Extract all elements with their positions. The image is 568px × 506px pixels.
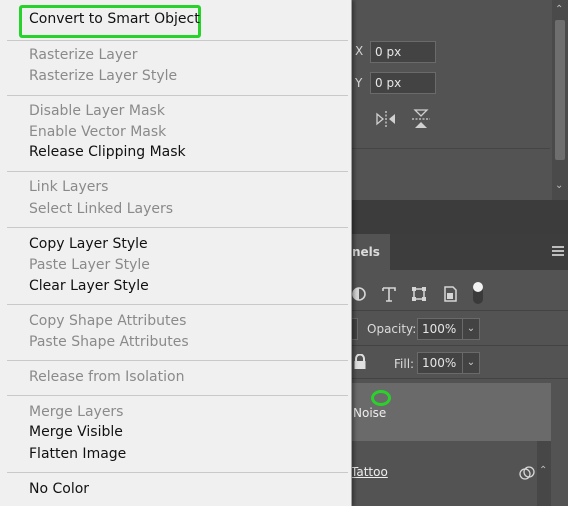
menu-item-disable-layer-mask[interactable]: Disable Layer Mask	[29, 103, 165, 119]
menu-separator	[7, 360, 348, 361]
opacity-field[interactable]: 100%	[417, 318, 463, 340]
menu-item-no-color[interactable]: No Color	[29, 481, 89, 497]
menu-separator	[7, 95, 348, 96]
divider	[350, 310, 568, 311]
menu-item-select-linked-layers[interactable]: Select Linked Layers	[29, 201, 173, 217]
x-label: X	[355, 44, 364, 58]
adjustment-filter-icon[interactable]	[350, 284, 370, 304]
menu-item-merge-layers[interactable]: Merge Layers	[29, 404, 123, 420]
menu-separator	[7, 171, 348, 172]
layers-tab-bar: nels	[350, 234, 568, 270]
menu-item-rasterize-layer[interactable]: Rasterize Layer	[29, 47, 138, 63]
menu-item-paste-layer-style[interactable]: Paste Layer Style	[29, 257, 150, 273]
layer-context-menu: Convert to Smart Object Rasterize Layer …	[0, 0, 352, 506]
smart-filter-icon	[519, 465, 535, 480]
menu-item-flatten-image[interactable]: Flatten Image	[29, 446, 126, 462]
panel-gap	[350, 200, 568, 234]
type-filter-icon[interactable]	[379, 284, 399, 304]
shape-filter-icon[interactable]	[409, 284, 429, 304]
flip-vertical-icon[interactable]	[409, 108, 433, 128]
y-label: Y	[355, 76, 363, 90]
panel-menu-icon[interactable]	[552, 246, 564, 256]
divider	[350, 345, 568, 346]
menu-item-convert-to-smart-object[interactable]: Convert to Smart Object	[29, 11, 200, 27]
y-position-field[interactable]: 0 px	[370, 72, 436, 94]
properties-panel: X 0 px Y 0 px ⌃ ⌄	[350, 0, 568, 200]
menu-separator	[7, 304, 348, 305]
menu-item-paste-shape-attributes[interactable]: Paste Shape Attributes	[29, 334, 189, 350]
menu-item-copy-layer-style[interactable]: Copy Layer Style	[29, 236, 148, 252]
smart-object-filter-icon[interactable]	[440, 284, 460, 304]
scroll-thumb[interactable]	[555, 20, 565, 160]
menu-item-merge-visible[interactable]: Merge Visible	[29, 424, 123, 440]
fill-dropdown-icon[interactable]: ⌄	[462, 352, 480, 374]
scroll-up-icon[interactable]: ⌃	[539, 465, 547, 476]
layer-name: Tattoo	[351, 465, 388, 479]
scroll-down-icon[interactable]: ⌄	[555, 180, 563, 191]
properties-scrollbar[interactable]: ⌃ ⌄	[552, 0, 568, 200]
layer-name: Noise	[353, 406, 387, 420]
menu-item-enable-vector-mask[interactable]: Enable Vector Mask	[29, 124, 166, 140]
menu-item-clear-layer-style[interactable]: Clear Layer Style	[29, 278, 149, 294]
opacity-label: Opacity:	[367, 322, 417, 336]
scroll-up-icon[interactable]: ⌃	[555, 4, 563, 15]
annotation-circle	[371, 390, 391, 406]
filter-toggle-icon[interactable]	[472, 281, 484, 309]
fill-label: Fill:	[394, 357, 415, 371]
lock-all-icon[interactable]	[353, 353, 367, 374]
menu-item-rasterize-layer-style[interactable]: Rasterize Layer Style	[29, 68, 177, 84]
menu-separator	[7, 472, 348, 473]
divider	[350, 148, 550, 149]
layers-scrollbar[interactable]: ⌃	[537, 441, 551, 506]
menu-item-release-clipping-mask[interactable]: Release Clipping Mask	[29, 144, 186, 160]
menu-separator	[7, 395, 348, 396]
fill-field[interactable]: 100%	[417, 352, 463, 374]
opacity-dropdown-icon[interactable]: ⌄	[462, 318, 480, 340]
divider	[350, 378, 568, 379]
menu-item-link-layers[interactable]: Link Layers	[29, 179, 108, 195]
tab-channels[interactable]: nels	[350, 234, 390, 270]
menu-separator	[7, 227, 348, 228]
x-position-field[interactable]: 0 px	[370, 41, 436, 63]
menu-item-release-from-isolation[interactable]: Release from Isolation	[29, 369, 184, 385]
menu-separator	[7, 40, 348, 41]
menu-item-copy-shape-attributes[interactable]: Copy Shape Attributes	[29, 313, 186, 329]
flip-horizontal-icon[interactable]	[374, 109, 398, 129]
